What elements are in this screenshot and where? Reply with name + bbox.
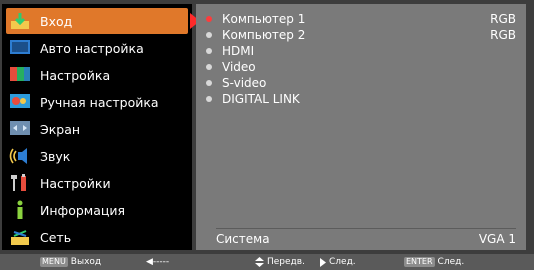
- image-adjust-icon: [8, 64, 32, 86]
- back-hint: ◀-----: [146, 257, 169, 267]
- menu-item-manual-setup[interactable]: Ручная настройка: [6, 89, 188, 115]
- menu-item-label: Звук: [40, 148, 71, 164]
- bullet-icon: [206, 80, 212, 86]
- next-label: След.: [329, 257, 356, 267]
- system-label: Система: [216, 232, 270, 246]
- menu-item-label: Экран: [40, 121, 81, 137]
- menu-item-settings[interactable]: Настройки: [6, 170, 188, 196]
- menu-item-network[interactable]: Сеть: [6, 224, 188, 250]
- source-computer-2[interactable]: Компьютер 2 RGB: [206, 28, 516, 44]
- menu-key: MENU: [40, 257, 68, 267]
- enter-next-label: След.: [437, 257, 465, 267]
- key-guide-bar: MENU Выход ◀----- Передв. След. ENTER Сл…: [0, 254, 534, 270]
- source-name: Компьютер 2: [222, 28, 306, 42]
- menu-item-information[interactable]: Информация: [6, 197, 188, 223]
- exit-hint: MENU Выход: [40, 257, 101, 267]
- bullet-icon: [206, 96, 212, 102]
- source-name: Video: [222, 60, 256, 74]
- enter-key: ENTER: [404, 257, 435, 267]
- sound-icon: [8, 145, 32, 167]
- projector-menu: Вход Авто настройка Настройка Ручная нас…: [0, 0, 534, 254]
- next-hint: След.: [320, 257, 356, 267]
- menu-item-label: Настройки: [40, 175, 111, 191]
- move-label: Передв.: [267, 257, 305, 267]
- source-computer-1[interactable]: Компьютер 1 RGB: [206, 12, 516, 28]
- network-icon: [8, 226, 32, 248]
- enter-hint: ENTER След.: [404, 257, 464, 267]
- selected-bullet-icon: [206, 16, 212, 22]
- source-signal: RGB: [490, 12, 516, 26]
- bullet-icon: [206, 64, 212, 70]
- main-menu: Вход Авто настройка Настройка Ручная нас…: [2, 4, 200, 250]
- source-video[interactable]: Video: [206, 60, 516, 76]
- menu-item-label: Вход: [40, 13, 73, 29]
- bullet-icon: [206, 48, 212, 54]
- source-name: HDMI: [222, 44, 255, 58]
- auto-setup-icon: [8, 37, 32, 59]
- menu-item-label: Авто настройка: [40, 40, 144, 56]
- right-arrow-icon: [320, 257, 326, 267]
- back-arrow-icon: ◀-----: [146, 257, 170, 267]
- settings-icon: [8, 172, 32, 194]
- source-name: Компьютер 1: [222, 12, 306, 26]
- system-row: Система VGA 1: [216, 228, 516, 247]
- menu-item-label: Информация: [40, 202, 126, 218]
- source-name: S-video: [222, 76, 267, 90]
- source-signal: RGB: [490, 28, 516, 42]
- information-icon: [8, 199, 32, 221]
- input-icon: [8, 10, 32, 32]
- menu-item-input[interactable]: Вход: [6, 8, 200, 34]
- menu-item-label: Настройка: [40, 67, 111, 83]
- source-digital-link[interactable]: DIGITAL LINK: [206, 92, 516, 108]
- menu-item-screen[interactable]: Экран: [6, 116, 188, 142]
- exit-label: Выход: [70, 257, 102, 267]
- menu-item-image-adjust[interactable]: Настройка: [6, 62, 188, 88]
- menu-item-sound[interactable]: Звук: [6, 143, 188, 169]
- source-s-video[interactable]: S-video: [206, 76, 516, 92]
- input-source-panel: Компьютер 1 RGB Компьютер 2 RGB HDMI Vid…: [196, 4, 526, 250]
- menu-item-label: Ручная настройка: [40, 94, 159, 110]
- menu-item-auto-setup[interactable]: Авто настройка: [6, 35, 188, 61]
- screen-icon: [8, 118, 32, 140]
- move-hint: Передв.: [255, 257, 305, 267]
- source-name: DIGITAL LINK: [222, 92, 300, 106]
- up-down-arrow-icon: [255, 257, 264, 267]
- manual-setup-icon: [8, 91, 32, 113]
- source-hdmi[interactable]: HDMI: [206, 44, 516, 60]
- bullet-icon: [206, 32, 212, 38]
- system-value: VGA 1: [478, 232, 516, 246]
- menu-item-label: Сеть: [40, 229, 72, 245]
